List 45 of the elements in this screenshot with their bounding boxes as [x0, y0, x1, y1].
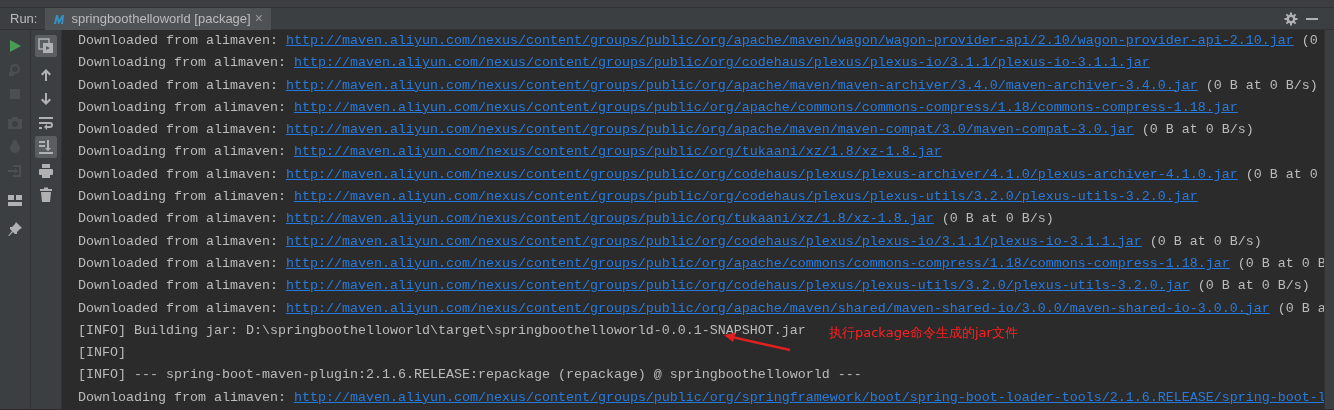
url-link[interactable]: http://maven.aliyun.com/nexus/content/groups/public/org/apache/maven/shared/maven-shared-io/3.0.0/maven-shared-io-3.0.0.jar [285, 300, 1270, 316]
log-text: (0 B at 0 [1244, 166, 1318, 182]
url-link[interactable]: http://maven.aliyun.com/nexus/content/groups/public/org/apache/maven/maven-compat/3.0/maven-compat-3.0.jar [285, 122, 1134, 138]
log-text: [INFO] --- spring-boot-maven-plugin:2.1.6.RELEASE:repackage (repackage) @ springboothelloworld --- [78, 367, 862, 383]
url-link[interactable]: http://maven.aliyun.com/nexus/content/groups/public/org/codehaus/plexus/plexus-utils/3.2.0/plexus-utils-3.2.0.jar [293, 189, 1198, 205]
settings-icon[interactable] [1284, 11, 1298, 26]
url-link[interactable]: http://maven.aliyun.com/nexus/content/groups/public/org/apache/maven/wagon/wagon-provider-api/2.10/wagon-provider-api-2.10.jar [285, 33, 1294, 48]
annotation-text: 执行package命令生成的jar文件 [829, 323, 1018, 342]
log-text: Downloaded from alimaven: [78, 278, 279, 294]
url-link[interactable]: http://maven.aliyun.com/nexus/content/groups/public/org/codehaus/plexus/plexus-archiver/4.1.0/plexus-archiver-4.1.0.jar [285, 166, 1238, 182]
log-text: Downloaded from alimaven: [78, 77, 279, 93]
log-text: Downloaded from alimaven: [78, 33, 279, 48]
close-button[interactable]: × [254, 8, 263, 29]
log-text: (0 B at 0 B/s) [1148, 233, 1262, 249]
log-text: (0 [1300, 33, 1318, 48]
url-link[interactable]: http://maven.aliyun.com/nexus/content/groups/public/org/apache/commons/commons-compress/1.18/commons-compress-1.18.jar [285, 255, 1230, 271]
url-link[interactable]: http://maven.aliyun.com/nexus/content/groups/public/org/codehaus/plexus/plexus-utils/3.2.0/plexus-utils-3.2.0.jar [285, 278, 1190, 294]
log-text: (0 B at 0 B/s) [940, 211, 1054, 227]
url-link[interactable]: http://maven.aliyun.com/nexus/content/groups/public/org/codehaus/plexus/plexus-io/3.1.1/plexus-io-3.1.1.jar [293, 55, 1150, 71]
url-link[interactable]: http://maven.aliyun.com/nexus/content/groups/public/org/apache/commons/commons-compress/1.18/commons-compress-1.18.jar [293, 99, 1238, 115]
url-link[interactable]: http://maven.aliyun.com/nexus/content/groups/public/org/tukaani/xz/1.8/xz-1.8.jar [285, 211, 934, 227]
log-text: Downloaded from alimaven: [78, 255, 279, 271]
log-text: Downloaded from alimaven: [78, 122, 279, 138]
log-text: Downloaded from alimaven: [78, 233, 279, 249]
log-text: (0 B at 0 B/s) [1204, 77, 1318, 93]
log-text: Downloading from alimaven: [78, 99, 287, 115]
log-text: Downloading from alimaven: [78, 189, 287, 205]
log-text: [INFO] [78, 345, 126, 361]
run-label: Run: [9, 9, 39, 28]
log-text: Downloaded from alimaven: [78, 166, 279, 182]
log-text: (0 B at 0 B/s) [1196, 278, 1310, 294]
url-link[interactable]: http://maven.aliyun.com/nexus/content/groups/public/org/apache/maven/maven-archiver/3.4.0/maven-archiver-3.4.0.jar [285, 77, 1198, 93]
run-tab[interactable]: springboothelloworld [package] × [45, 7, 271, 30]
scroll-to-end-icon[interactable] [35, 136, 57, 158]
url-link[interactable]: http://maven.aliyun.com/nexus/content/groups/public/org/codehaus/plexus/plexus-io/3.1.1/plexus-io-3.1.1.jar [285, 233, 1142, 249]
log-text: (0 B at 0 B/s) [1140, 122, 1254, 138]
restore-layout-icon[interactable] [35, 35, 57, 57]
log-text: Downloaded from alimaven: [78, 300, 279, 316]
log-text: Downloading from alimaven: [78, 55, 287, 71]
url-link[interactable]: http://maven.aliyun.com/nexus/content/groups/public/org/tukaani/xz/1.8/xz-1.8.jar [293, 144, 942, 160]
log-text: [INFO] Building jar: D:\springboothelloworld\target\springboothelloworld-0.0.1-SNAPSHOT.jar [78, 322, 806, 338]
log-text: Downloaded from alimaven: [78, 211, 279, 227]
log-text: Downloading from alimaven: [78, 389, 287, 405]
log-text: Downloading from alimaven: [78, 144, 287, 160]
tab-title: springboothelloworld [package] [71, 9, 251, 28]
